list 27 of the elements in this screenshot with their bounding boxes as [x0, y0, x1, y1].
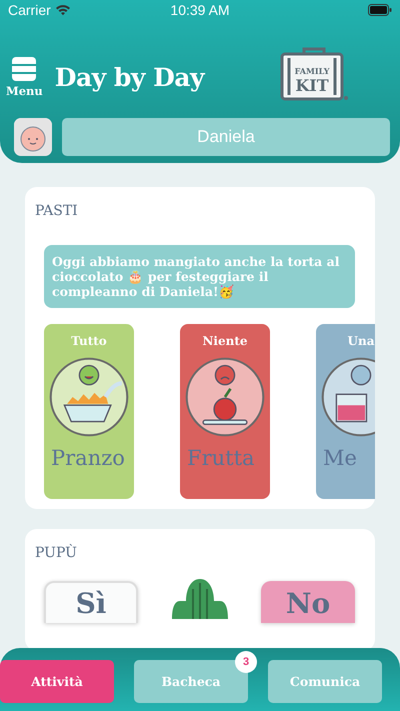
choice-button[interactable]: No [261, 581, 355, 623]
menu-icon [12, 56, 36, 80]
amount-label: Tutto [71, 334, 107, 350]
carrier-label: Carrier [8, 2, 51, 18]
battery-icon [368, 4, 392, 16]
wifi-icon [54, 4, 71, 16]
tab-button[interactable]: Attività [0, 660, 114, 703]
count-badge: 3 [235, 651, 257, 673]
meal-card[interactable]: Una Me [316, 324, 375, 499]
child-name-field[interactable]: Daniela [62, 118, 390, 156]
meal-name: Frutta [187, 446, 255, 470]
section-title: PASTI [35, 203, 79, 219]
meal-name: Pranzo [51, 446, 125, 470]
menu-button[interactable]: Menu [6, 56, 43, 98]
choice-button[interactable]: Sì [44, 581, 138, 623]
amount-label: Una [348, 334, 374, 350]
meal-card[interactable]: Niente Frutta [180, 324, 270, 499]
amount-label: Niente [202, 334, 248, 350]
meal-card[interactable]: Tutto Pranzo [44, 324, 134, 499]
meal-name: Me [323, 446, 357, 470]
time-label: 10:39 AM [170, 2, 230, 18]
note-bubble: Oggi abbiamo mangiato anche la torta al cioccolato 🎂 per festeggiare il compleanno di Daniela!🥳 [44, 245, 355, 308]
app-title: Day by Day [54, 62, 206, 92]
section-title: PUPÙ [35, 545, 78, 561]
suitcase-logo: FAMILY KIT [280, 46, 350, 102]
tab-button[interactable]: Comunica [268, 660, 382, 703]
baby-avatar[interactable] [14, 118, 52, 156]
